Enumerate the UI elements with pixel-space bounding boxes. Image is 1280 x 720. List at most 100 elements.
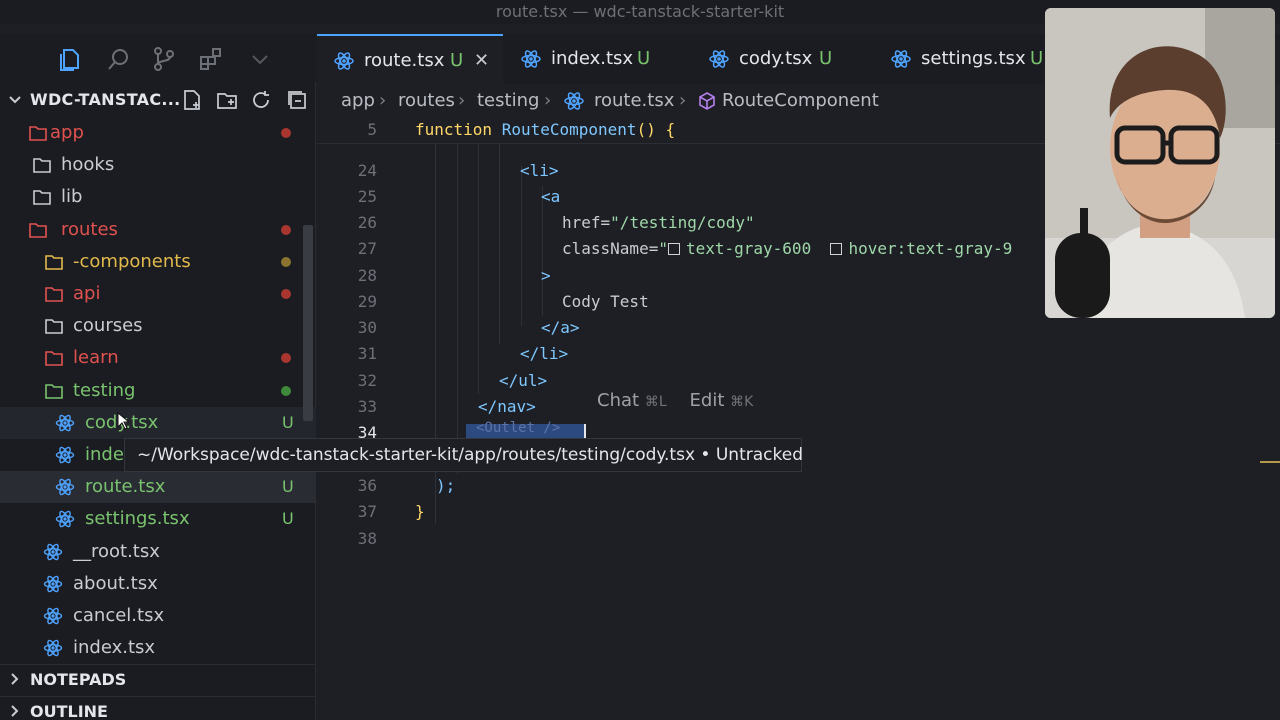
chevron-down-icon[interactable] (8, 93, 22, 107)
outline-section[interactable]: OUTLINE (0, 696, 316, 720)
folder-icon (45, 383, 63, 399)
explorer-header[interactable]: WDC-TANSTAC... (0, 82, 316, 118)
react-icon (564, 92, 584, 110)
tree-item-label: about.tsx (73, 572, 158, 594)
sidebar-scrollbar[interactable] (303, 225, 313, 421)
file-item[interactable]: route.tsx U (0, 471, 316, 504)
folder-item[interactable]: -components (0, 246, 316, 278)
folder-item[interactable]: courses (0, 310, 316, 342)
breadcrumb-item[interactable]: app (341, 86, 375, 116)
search-icon[interactable] (106, 46, 132, 72)
react-icon (55, 414, 75, 432)
refresh-icon[interactable] (250, 89, 272, 111)
indent-guide (499, 144, 500, 344)
line-number: 24 (357, 161, 377, 180)
breadcrumb-item[interactable]: routes (398, 86, 455, 116)
line-number: 28 (357, 266, 377, 285)
tree-item-label: courses (73, 315, 143, 337)
code-line: </ul> (499, 371, 548, 390)
chevron-down-icon[interactable] (247, 46, 273, 72)
react-icon (521, 50, 541, 68)
tree-item-label: testing (73, 379, 136, 401)
file-path-tooltip: ~/Workspace/wdc-tanstack-starter-kit/app… (124, 438, 803, 472)
shortcut-label: ⌘L (644, 394, 667, 410)
code-line: className=" text-gray-600 hover:text-gray… (562, 239, 1012, 258)
tab-route[interactable]: route.tsx U ✕ (317, 34, 503, 84)
status-dot (281, 128, 291, 138)
file-item[interactable]: cody.tsxU (0, 406, 316, 439)
folder-icon (33, 158, 51, 173)
tab-index[interactable]: index.tsx U (504, 34, 690, 84)
new-folder-icon[interactable] (216, 89, 238, 111)
file-item[interactable]: about.tsx (0, 568, 316, 600)
indent-guide (478, 144, 479, 394)
breadcrumb-item[interactable]: route.tsx (594, 86, 674, 116)
breadcrumb-item[interactable]: testing (477, 86, 539, 116)
file-item[interactable]: __root.tsx (0, 536, 316, 568)
extensions-icon[interactable] (198, 46, 224, 72)
folder-item[interactable]: testing (0, 375, 316, 407)
close-icon[interactable]: ✕ (474, 36, 489, 86)
status-dot (281, 289, 291, 299)
chat-action[interactable]: Chat (597, 390, 639, 411)
code-string: "/testing/cody" (610, 213, 755, 232)
line-number: 25 (357, 187, 377, 206)
status-dot (281, 224, 291, 235)
line-number: 31 (357, 344, 377, 363)
line-number: 36 (357, 476, 377, 495)
tab-cody[interactable]: cody.tsx U (691, 34, 877, 84)
chevron-right-icon: › (679, 90, 687, 111)
text-selection: <Outlet /> (466, 420, 584, 438)
line-number: 37 (357, 502, 377, 521)
tab-settings[interactable]: settings.tsx U (878, 34, 1058, 84)
folder-icon (45, 287, 63, 302)
tree-item-label: lib (61, 186, 83, 208)
code-function: RouteComponent (501, 120, 637, 139)
chevron-right-icon (11, 705, 19, 717)
tree-item-label: settings.tsx (85, 508, 190, 530)
folder-item[interactable]: lib (0, 181, 316, 213)
tab-status: U (450, 50, 464, 71)
new-file-icon[interactable] (181, 89, 203, 111)
react-icon (43, 543, 63, 560)
source-control-icon[interactable] (151, 46, 177, 72)
tree-item-label: routes (61, 218, 118, 240)
breadcrumb-item[interactable]: RouteComponent (722, 86, 879, 116)
notepads-label: NOTEPADS (30, 670, 127, 689)
notepads-section[interactable]: NOTEPADS (0, 664, 316, 694)
presenter-image (1045, 8, 1275, 318)
code-punctuation: () { (636, 120, 676, 139)
folder-icon (29, 126, 47, 141)
file-item[interactable]: settings.tsx U (0, 503, 316, 535)
code-attr: className= (562, 239, 659, 258)
tree-item-label: learn (73, 347, 119, 369)
files-icon[interactable] (57, 46, 83, 72)
line-number: 5 (367, 120, 377, 139)
code-string: hover:text-gray-9 (848, 239, 1013, 258)
folder-item[interactable]: api (0, 278, 316, 310)
git-status-badge: U (282, 477, 294, 497)
file-item[interactable]: cancel.tsx (0, 600, 316, 632)
line-number: 27 (357, 239, 377, 258)
tab-label: settings.tsx (921, 48, 1026, 69)
tree-item-label: -components (73, 250, 191, 272)
react-icon (43, 575, 63, 593)
folder-item[interactable]: hooks (0, 149, 316, 181)
react-icon (334, 52, 354, 70)
scroll-marker (1260, 461, 1280, 463)
code-line: </li> (520, 344, 569, 363)
edit-action[interactable]: Edit (690, 390, 725, 411)
code-keyword: function (415, 120, 493, 139)
file-item[interactable]: index.tsx (0, 632, 316, 664)
tree-item-label: inde (85, 444, 124, 465)
folder-item[interactable]: routes (0, 214, 316, 246)
folder-item[interactable]: app (0, 117, 316, 149)
tree-item-label: cancel.tsx (73, 605, 165, 626)
tab-status: U (637, 48, 651, 69)
color-swatch (830, 243, 843, 255)
tab-label: cody.tsx (739, 48, 813, 69)
collapse-all-icon[interactable] (286, 89, 308, 111)
tab-label: index.tsx (551, 48, 634, 69)
folder-item[interactable]: learn (0, 342, 316, 374)
line-number: 29 (357, 292, 377, 311)
